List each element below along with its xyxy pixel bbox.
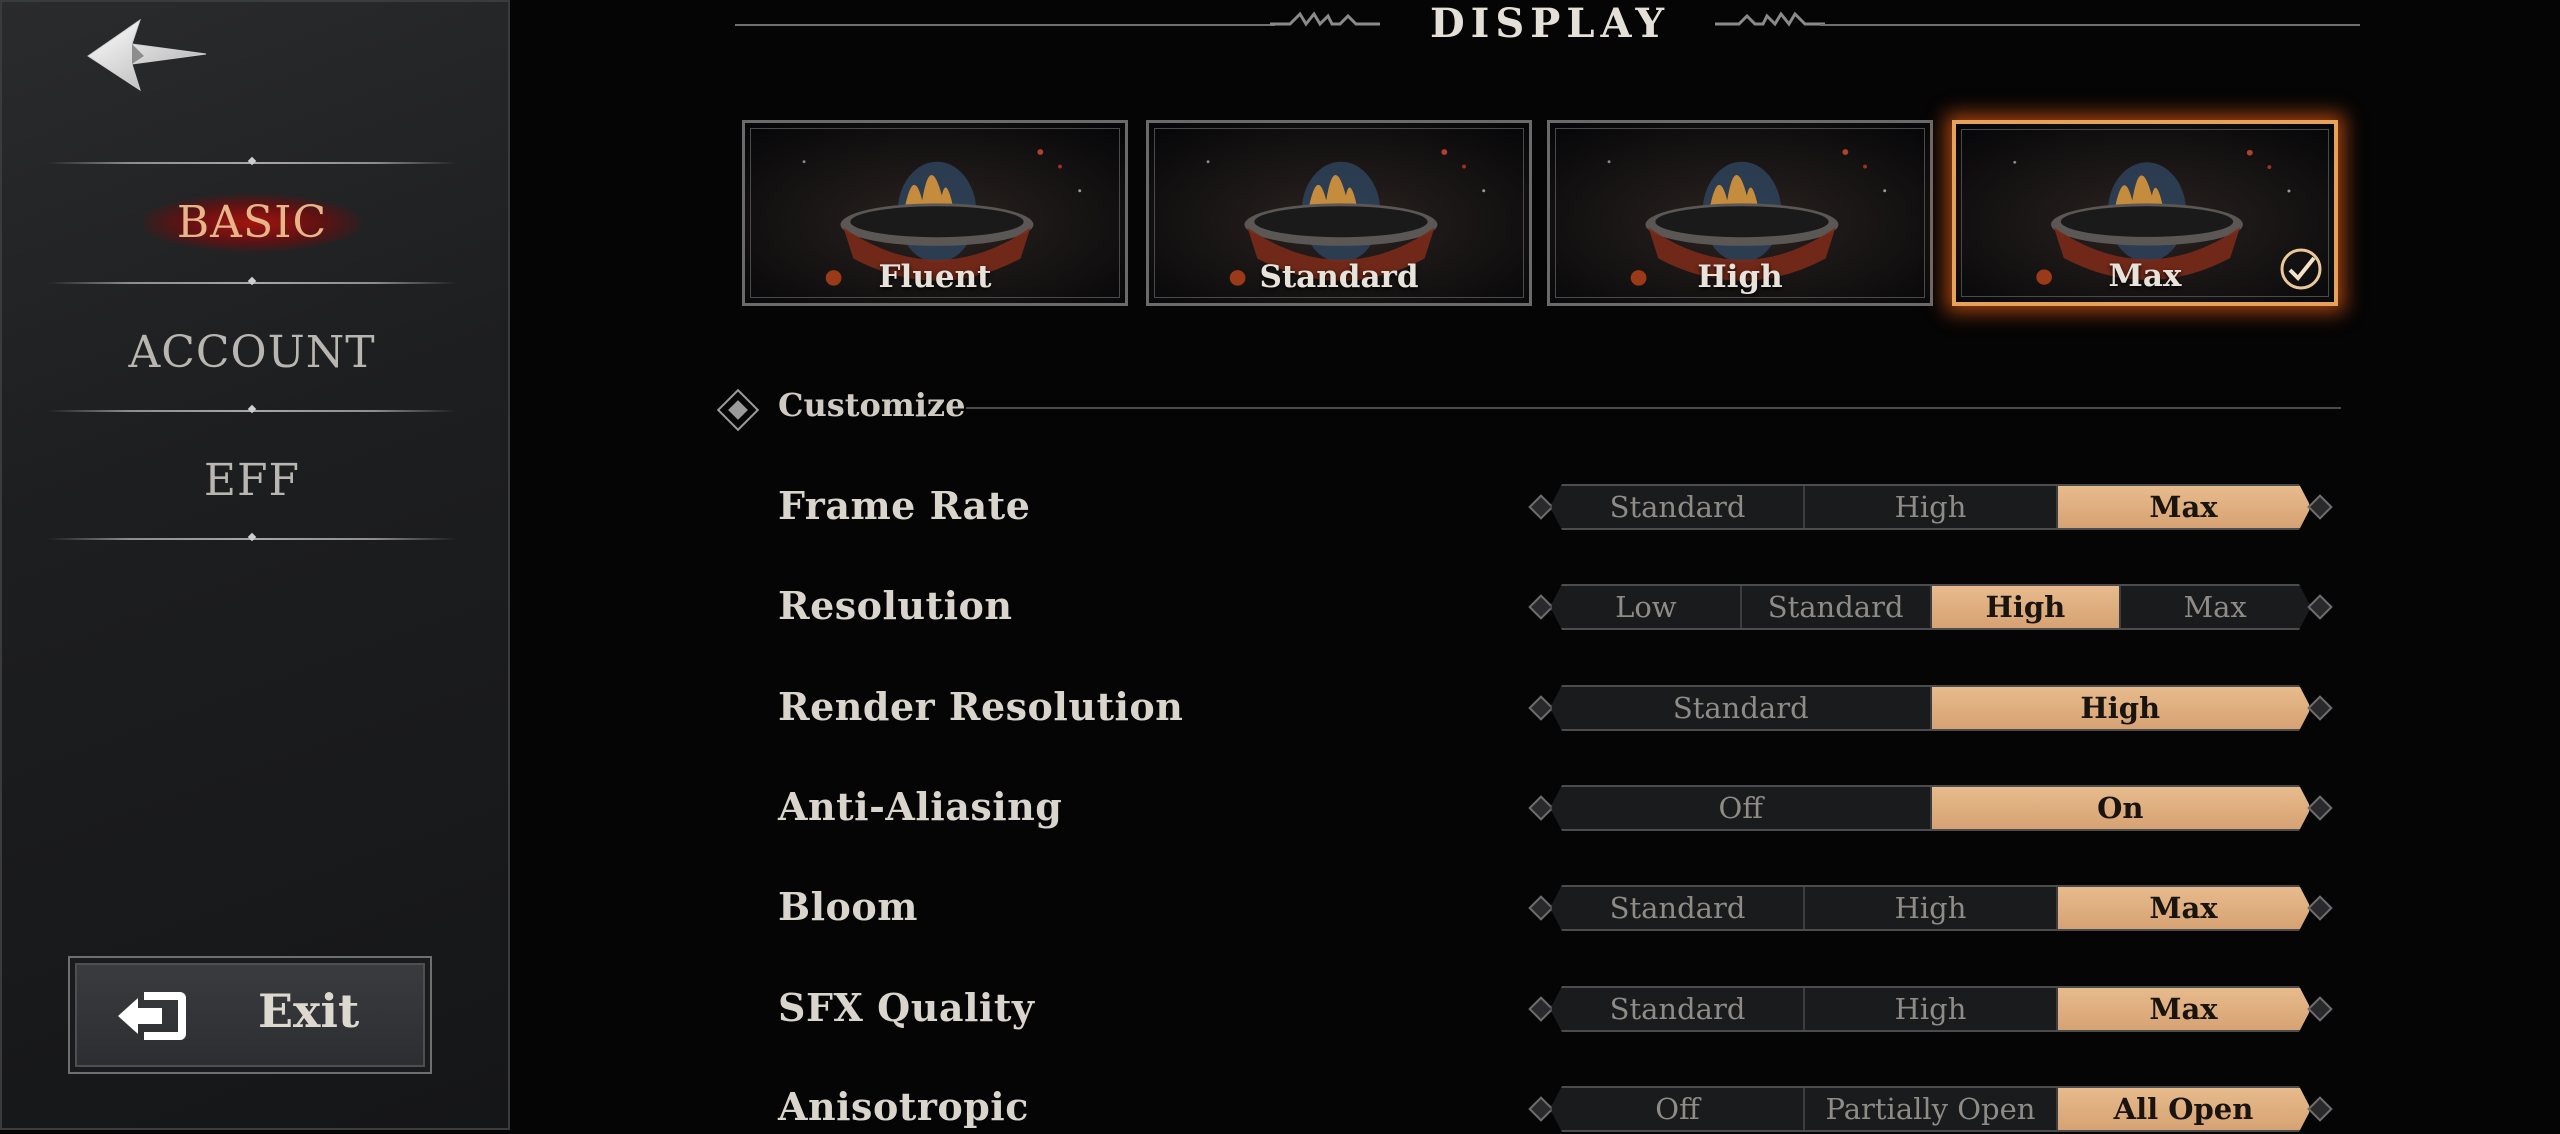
- segment-cap-icon: [1528, 795, 1554, 821]
- segment-track: Standard High Max: [1550, 986, 2311, 1032]
- segment-track: Off Partially Open All Open: [1550, 1086, 2311, 1132]
- segment-cap-icon: [2307, 1096, 2333, 1122]
- option-standard[interactable]: Standard: [1552, 988, 1805, 1030]
- segment-cap-icon: [1528, 895, 1554, 921]
- render-resolution-selector: Standard High: [1528, 685, 2333, 731]
- option-all-open[interactable]: All Open: [2058, 1088, 2309, 1130]
- header-line-left: [735, 24, 1275, 26]
- setting-label-sfx-quality: SFX Quality: [778, 985, 1035, 1030]
- preset-fluent[interactable]: Fluent: [742, 120, 1128, 306]
- bloom-selector: Standard High Max: [1528, 885, 2333, 931]
- option-standard[interactable]: Standard: [1742, 586, 1932, 628]
- checkmark-icon: [2280, 248, 2322, 290]
- option-standard[interactable]: Standard: [1552, 687, 1932, 729]
- option-max[interactable]: Max: [2058, 486, 2309, 528]
- nav-item-label: EFF: [203, 454, 301, 506]
- preset-high[interactable]: High: [1547, 120, 1933, 306]
- segment-track: Standard High: [1550, 685, 2311, 731]
- preset-label: Standard: [1259, 259, 1419, 295]
- option-high[interactable]: High: [1805, 486, 2058, 528]
- segment-track: Standard High Max: [1550, 484, 2311, 530]
- nav-item-label: BASIC: [176, 196, 328, 248]
- option-max[interactable]: Max: [2121, 586, 2309, 628]
- setting-label-anisotropic: Anisotropic: [778, 1084, 1029, 1129]
- segment-track: Standard High Max: [1550, 885, 2311, 931]
- setting-label-anti-aliasing: Anti-Aliasing: [778, 784, 1063, 829]
- sidebar: BASIC ACCOUNT EFF Exit: [0, 0, 510, 1130]
- nav-divider: [47, 282, 457, 284]
- resolution-selector: Low Standard High Max: [1528, 584, 2333, 630]
- option-standard[interactable]: Standard: [1552, 486, 1805, 528]
- preset-label: Fluent: [878, 259, 992, 295]
- frame-rate-selector: Standard High Max: [1528, 484, 2333, 530]
- option-off[interactable]: Off: [1552, 787, 1932, 829]
- segment-cap-icon: [2307, 594, 2333, 620]
- segment-cap-icon: [2307, 895, 2333, 921]
- segment-cap-icon: [2307, 795, 2333, 821]
- option-max[interactable]: Max: [2058, 988, 2309, 1030]
- setting-label-bloom: Bloom: [778, 884, 918, 929]
- option-max[interactable]: Max: [2058, 887, 2309, 929]
- nav-divider: [47, 538, 457, 540]
- nav-item-label: ACCOUNT: [128, 326, 376, 378]
- nav-divider: [47, 162, 457, 164]
- segment-track: Low Standard High Max: [1550, 584, 2311, 630]
- option-high[interactable]: High: [1932, 586, 2122, 628]
- page-title: DISPLAY: [1429, 0, 1671, 47]
- preset-max[interactable]: Max: [1952, 120, 2338, 306]
- segment-cap-icon: [1528, 594, 1554, 620]
- segment-cap-icon: [2307, 996, 2333, 1022]
- option-high[interactable]: High: [1932, 687, 2310, 729]
- setting-label-frame-rate: Frame Rate: [778, 483, 1031, 528]
- option-off[interactable]: Off: [1552, 1088, 1805, 1130]
- preset-label: High: [1697, 259, 1783, 295]
- segment-cap-icon: [2307, 695, 2333, 721]
- header-ornament-left-icon: [1270, 11, 1380, 27]
- customize-heading: Customize: [778, 386, 966, 424]
- segment-cap-icon: [1528, 996, 1554, 1022]
- option-on[interactable]: On: [1932, 787, 2310, 829]
- nav-item-basic[interactable]: BASIC: [47, 172, 457, 272]
- segment-cap-icon: [1528, 695, 1554, 721]
- segment-cap-icon: [2307, 494, 2333, 520]
- segment-cap-icon: [1528, 1096, 1554, 1122]
- anisotropic-selector: Off Partially Open All Open: [1528, 1086, 2333, 1132]
- exit-door-icon: [118, 992, 186, 1040]
- segment-cap-icon: [1528, 494, 1554, 520]
- header-line-right: [1820, 24, 2360, 26]
- setting-label-resolution: Resolution: [778, 583, 1013, 628]
- option-low[interactable]: Low: [1552, 586, 1742, 628]
- nav-divider: [47, 410, 457, 412]
- option-standard[interactable]: Standard: [1552, 887, 1805, 929]
- sfx-quality-selector: Standard High Max: [1528, 986, 2333, 1032]
- nav-item-account[interactable]: ACCOUNT: [47, 302, 457, 402]
- back-arrow-icon: [87, 18, 207, 92]
- option-high[interactable]: High: [1805, 988, 2058, 1030]
- anti-aliasing-selector: Off On: [1528, 785, 2333, 831]
- nav-item-eff[interactable]: EFF: [47, 430, 457, 530]
- preset-standard[interactable]: Standard: [1146, 120, 1532, 306]
- setting-label-render-resolution: Render Resolution: [778, 684, 1184, 729]
- back-button[interactable]: [82, 14, 212, 98]
- exit-button[interactable]: Exit: [68, 956, 432, 1074]
- exit-label: Exit: [258, 984, 360, 1038]
- option-partially-open[interactable]: Partially Open: [1805, 1088, 2058, 1130]
- header-ornament-right-icon: [1715, 11, 1825, 27]
- customize-divider: [966, 407, 2341, 409]
- option-high[interactable]: High: [1805, 887, 2058, 929]
- diamond-icon: [716, 388, 760, 432]
- segment-track: Off On: [1550, 785, 2311, 831]
